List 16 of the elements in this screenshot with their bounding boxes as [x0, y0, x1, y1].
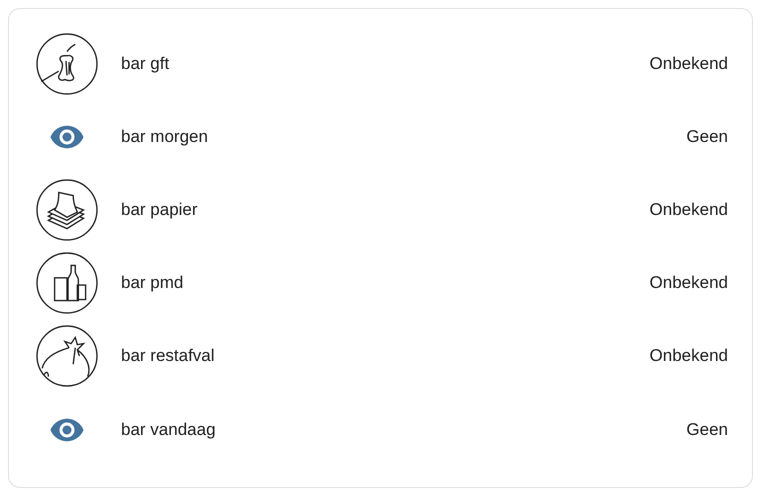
- entity-name: bar gft: [121, 54, 170, 74]
- trash-bag-icon: [36, 325, 98, 388]
- entity-state: Geen: [686, 420, 728, 440]
- entity-name: bar morgen: [121, 126, 209, 147]
- entity-name: bar vandaag: [121, 420, 217, 440]
- bottles-icon: [36, 252, 98, 314]
- entity-state: Onbekend: [650, 273, 728, 294]
- entity-name: bar papier: [121, 200, 199, 220]
- entity-state: Onbekend: [650, 346, 728, 366]
- apple-core-icon: [36, 32, 98, 95]
- entity-name: bar pmd: [121, 273, 184, 294]
- entity-state: Geen: [686, 126, 728, 147]
- paper-stack-icon: [36, 178, 98, 241]
- entity-state: Onbekend: [650, 54, 728, 74]
- entity-name: bar restafval: [121, 346, 216, 366]
- entity-state: Onbekend: [650, 200, 728, 220]
